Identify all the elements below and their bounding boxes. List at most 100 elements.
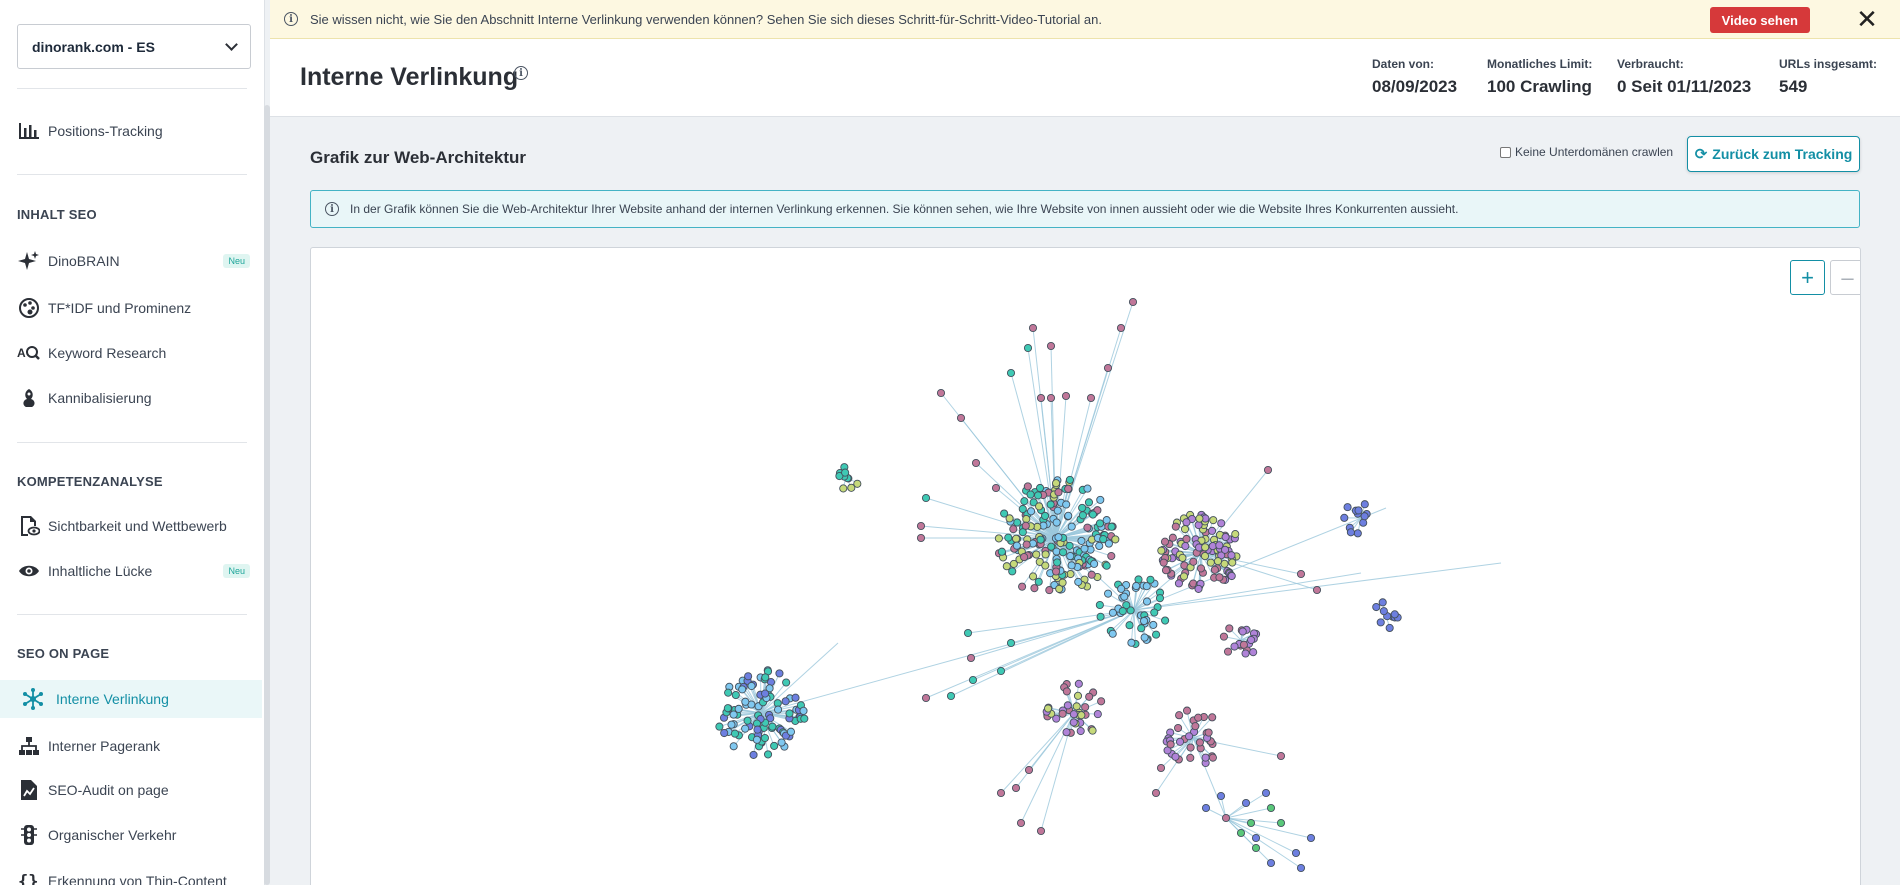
graph-node[interactable] (921, 493, 931, 503)
graph-node[interactable] (1207, 526, 1217, 535)
web-architecture-graph[interactable]: + – (310, 247, 1861, 885)
graph-node[interactable] (1151, 788, 1161, 798)
graph-node[interactable] (1064, 511, 1073, 520)
graph-node[interactable] (729, 742, 738, 751)
graph-node[interactable] (775, 669, 784, 678)
graph-node[interactable] (963, 628, 973, 638)
graph-node[interactable] (1065, 475, 1074, 484)
graph-node[interactable] (781, 697, 790, 706)
graph-node[interactable] (968, 675, 978, 685)
graph-node[interactable] (1120, 592, 1129, 601)
graph-node[interactable] (734, 704, 743, 713)
graph-node[interactable] (1142, 582, 1151, 591)
graph-node[interactable] (1102, 516, 1111, 525)
graph-node[interactable] (747, 681, 756, 691)
graph-node[interactable] (1077, 711, 1086, 720)
graph-node[interactable] (1182, 518, 1191, 527)
graph-node[interactable] (1166, 740, 1175, 749)
graph-node[interactable] (841, 468, 850, 477)
graph-node[interactable] (1107, 551, 1116, 561)
graph-node[interactable] (768, 722, 777, 731)
graph-node[interactable] (1067, 522, 1076, 531)
graph-node[interactable] (1216, 791, 1226, 801)
graph-node[interactable] (1032, 550, 1041, 559)
graph-node[interactable] (1004, 533, 1013, 542)
graph-node[interactable] (1215, 573, 1224, 582)
graph-node[interactable] (1034, 491, 1043, 500)
no-subdomains-checkbox[interactable]: Keine Unterdomänen crawlen (1500, 145, 1673, 159)
graph-node[interactable] (1006, 368, 1016, 378)
graph-node[interactable] (1088, 510, 1097, 519)
graph-node[interactable] (1052, 518, 1061, 527)
graph-node[interactable] (761, 689, 770, 698)
graph-node[interactable] (1125, 621, 1134, 630)
sidebar-item-positions-tracking[interactable]: Positions-Tracking (0, 112, 262, 150)
graph-node[interactable] (971, 458, 981, 468)
video-button[interactable]: Video sehen (1709, 7, 1810, 33)
graph-node[interactable] (1018, 582, 1027, 591)
graph-node[interactable] (1161, 566, 1171, 575)
graph-node[interactable] (1013, 518, 1022, 527)
graph-node[interactable] (1227, 571, 1236, 581)
sidebar-item-interne-verlinkung[interactable]: Interne Verlinkung (0, 680, 262, 718)
graph-node[interactable] (1026, 490, 1035, 499)
graph-node[interactable] (1209, 516, 1218, 525)
graph-node[interactable] (839, 484, 848, 493)
graph-node[interactable] (1178, 553, 1187, 562)
graph-node[interactable] (1217, 519, 1226, 528)
graph-node[interactable] (1036, 393, 1046, 403)
graph-node[interactable] (1354, 506, 1363, 515)
graph-node[interactable] (1201, 753, 1210, 762)
graph-node[interactable] (738, 685, 747, 694)
graph-node[interactable] (1012, 534, 1021, 543)
graph-node[interactable] (1155, 594, 1165, 603)
graph-node[interactable] (753, 725, 762, 734)
graph-node[interactable] (1111, 535, 1120, 544)
graph-node[interactable] (1379, 607, 1388, 616)
graph-node[interactable] (1247, 635, 1256, 645)
graph-node[interactable] (1012, 541, 1021, 550)
graph-node[interactable] (1276, 751, 1286, 761)
graph-node[interactable] (715, 722, 724, 731)
graph-node[interactable] (1200, 552, 1210, 561)
graph-node[interactable] (916, 521, 926, 531)
graph-node[interactable] (1009, 525, 1018, 534)
graph-node[interactable] (1219, 632, 1228, 641)
graph-node[interactable] (1208, 753, 1217, 762)
graph-node[interactable] (1054, 488, 1063, 497)
graph-node[interactable] (1034, 577, 1043, 586)
graph-node[interactable] (1065, 541, 1074, 550)
graph-node[interactable] (1029, 572, 1038, 581)
graph-node[interactable] (1022, 515, 1031, 524)
graph-node[interactable] (800, 714, 809, 723)
graph-node[interactable] (1018, 504, 1027, 514)
network-graph[interactable] (311, 248, 1861, 885)
graph-node[interactable] (1116, 323, 1126, 333)
checkbox[interactable] (1500, 146, 1511, 158)
graph-node[interactable] (1208, 713, 1217, 722)
graph-node[interactable] (1251, 833, 1261, 843)
graph-node[interactable] (785, 709, 794, 718)
graph-node[interactable] (1174, 579, 1183, 588)
graph-node[interactable] (1261, 788, 1271, 798)
graph-node[interactable] (1175, 711, 1184, 720)
graph-node[interactable] (1251, 843, 1261, 853)
graph-node[interactable] (1117, 584, 1126, 593)
graph-node[interactable] (763, 750, 773, 759)
graph-node[interactable] (1221, 533, 1230, 542)
graph-node[interactable] (1044, 704, 1053, 713)
graph-node[interactable] (1016, 818, 1026, 828)
graph-node[interactable] (1062, 500, 1071, 509)
graph-node[interactable] (1008, 567, 1017, 576)
graph-node[interactable] (1225, 624, 1234, 633)
graph-node[interactable] (1127, 638, 1136, 647)
graph-node[interactable] (1390, 610, 1399, 619)
back-to-tracking-button[interactable]: ⟳ Zurück zum Tracking (1687, 136, 1860, 172)
graph-node[interactable] (1146, 575, 1155, 584)
graph-node[interactable] (770, 741, 779, 750)
graph-node[interactable] (1215, 541, 1224, 550)
graph-node[interactable] (1104, 589, 1113, 598)
graph-node[interactable] (1061, 391, 1071, 401)
graph-node[interactable] (1087, 570, 1096, 579)
graph-node[interactable] (1054, 533, 1063, 542)
